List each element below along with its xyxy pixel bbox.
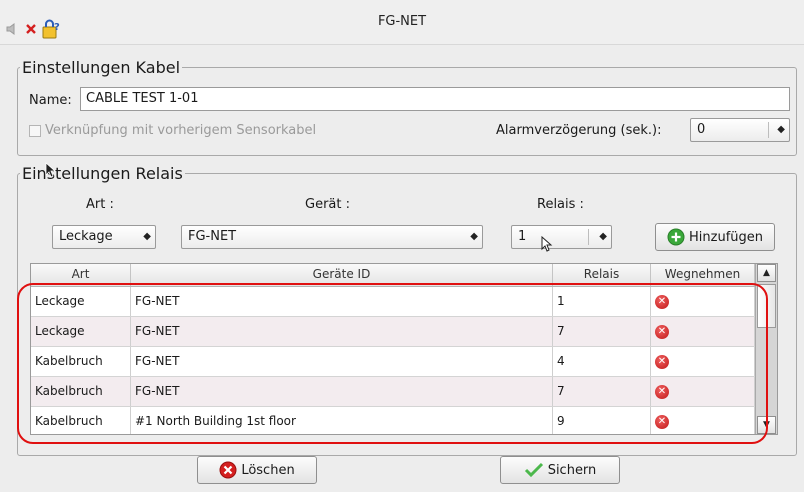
cell-geraete-id: #1 North Building 1st floor (131, 407, 553, 434)
cell-art: Kabelbruch (31, 377, 131, 406)
cell-relais: 9 (553, 407, 651, 434)
add-button-label: Hinzufügen (689, 229, 763, 245)
title-bar: ? FG-NET (0, 0, 804, 45)
table-row[interactable]: Kabelbruch FG-NET 7 ✕ (31, 377, 755, 407)
link-previous-sensor-checkbox[interactable] (29, 125, 41, 137)
chevron-updown-icon: ◆ (470, 231, 478, 242)
delete-icon[interactable]: ✕ (655, 414, 669, 429)
table-row[interactable]: Leckage FG-NET 1 ✕ (31, 287, 755, 317)
cell-geraete-id: FG-NET (131, 317, 553, 346)
alarm-delay-value: 0 (697, 122, 706, 137)
add-button[interactable]: Hinzufügen (655, 223, 775, 251)
mouse-cursor-icon (541, 236, 553, 252)
cell-wegnehmen: ✕ (651, 407, 755, 434)
plus-circle-icon (667, 228, 685, 246)
art-value: Leckage (59, 229, 113, 244)
cell-wegnehmen: ✕ (651, 287, 755, 316)
cell-relais: 4 (553, 347, 651, 376)
col-header-geraete-id[interactable]: Geräte ID (131, 264, 553, 286)
alarm-delay-spinner[interactable]: 0 ◆ (690, 118, 790, 142)
table-body: Leckage FG-NET 1 ✕ Leckage FG-NET 7 ✕ Ka… (31, 287, 755, 434)
col-header-art[interactable]: Art (31, 264, 131, 286)
name-field[interactable]: CABLE TEST 1-01 (80, 87, 790, 111)
cell-geraete-id: FG-NET (131, 347, 553, 376)
checkmark-icon (524, 462, 543, 478)
delete-icon[interactable]: ✕ (655, 384, 669, 399)
save-button-label: Sichern (547, 462, 597, 478)
cell-wegnehmen: ✕ (651, 347, 755, 376)
relay-table: Art Geräte ID Relais Wegnehmen Leckage F… (30, 263, 778, 435)
col-header-relais[interactable]: Relais (553, 264, 651, 286)
cell-wegnehmen: ✕ (651, 377, 755, 406)
table-scrollbar[interactable]: ▲ ▼ (755, 264, 777, 434)
spinner-arrows-icon: ◆ (777, 124, 785, 135)
delete-icon[interactable]: ✕ (655, 354, 669, 369)
chevron-updown-icon: ◆ (599, 231, 607, 242)
delete-button-label: Löschen (241, 462, 295, 478)
chevron-updown-icon: ◆ (143, 231, 151, 242)
cell-art: Leckage (31, 317, 131, 346)
col-header-wegnehmen[interactable]: Wegnehmen (651, 264, 755, 286)
cell-art: Kabelbruch (31, 347, 131, 376)
scroll-down-button[interactable]: ▼ (757, 416, 776, 434)
table-row[interactable]: Leckage FG-NET 7 ✕ (31, 317, 755, 347)
table-row[interactable]: Kabelbruch #1 North Building 1st floor 9… (31, 407, 755, 434)
mouse-cursor-icon (45, 162, 57, 178)
cell-relais: 1 (553, 287, 651, 316)
relais-dropdown[interactable]: 1 ◆ (511, 225, 612, 249)
app-window: ? FG-NET Einstellungen Kabel Name: CABLE… (0, 0, 804, 492)
scroll-up-button[interactable]: ▲ (757, 264, 776, 282)
cell-relais: 7 (553, 317, 651, 346)
art-label: Art : (86, 197, 114, 212)
save-button[interactable]: Sichern (500, 456, 620, 484)
delete-icon[interactable]: ✕ (655, 324, 669, 339)
table-header: Art Geräte ID Relais Wegnehmen (31, 264, 755, 287)
table-row[interactable]: Kabelbruch FG-NET 4 ✕ (31, 347, 755, 377)
alarm-delay-label: Alarmverzögerung (sek.): (496, 123, 662, 138)
delete-icon (219, 461, 237, 479)
cell-wegnehmen: ✕ (651, 317, 755, 346)
geraet-label: Gerät : (305, 197, 350, 212)
relais-value: 1 (518, 229, 527, 244)
window-title: FG-NET (377, 14, 427, 29)
cell-relais: 7 (553, 377, 651, 406)
scroll-thumb[interactable] (757, 284, 776, 328)
art-dropdown[interactable]: Leckage ◆ (52, 225, 156, 249)
relais-label: Relais : (537, 197, 584, 212)
geraet-value: FG-NET (188, 229, 237, 244)
cell-art: Kabelbruch (31, 407, 131, 434)
name-label: Name: (29, 93, 72, 108)
delete-icon[interactable]: ✕ (655, 294, 669, 309)
cell-geraete-id: FG-NET (131, 377, 553, 406)
geraet-dropdown[interactable]: FG-NET ◆ (181, 225, 483, 249)
delete-button[interactable]: Löschen (197, 456, 317, 484)
cell-geraete-id: FG-NET (131, 287, 553, 316)
link-previous-sensor-label: Verknüpfung mit vorherigem Sensorkabel (45, 123, 317, 138)
cable-settings-legend: Einstellungen Kabel (22, 58, 181, 77)
cell-art: Leckage (31, 287, 131, 316)
